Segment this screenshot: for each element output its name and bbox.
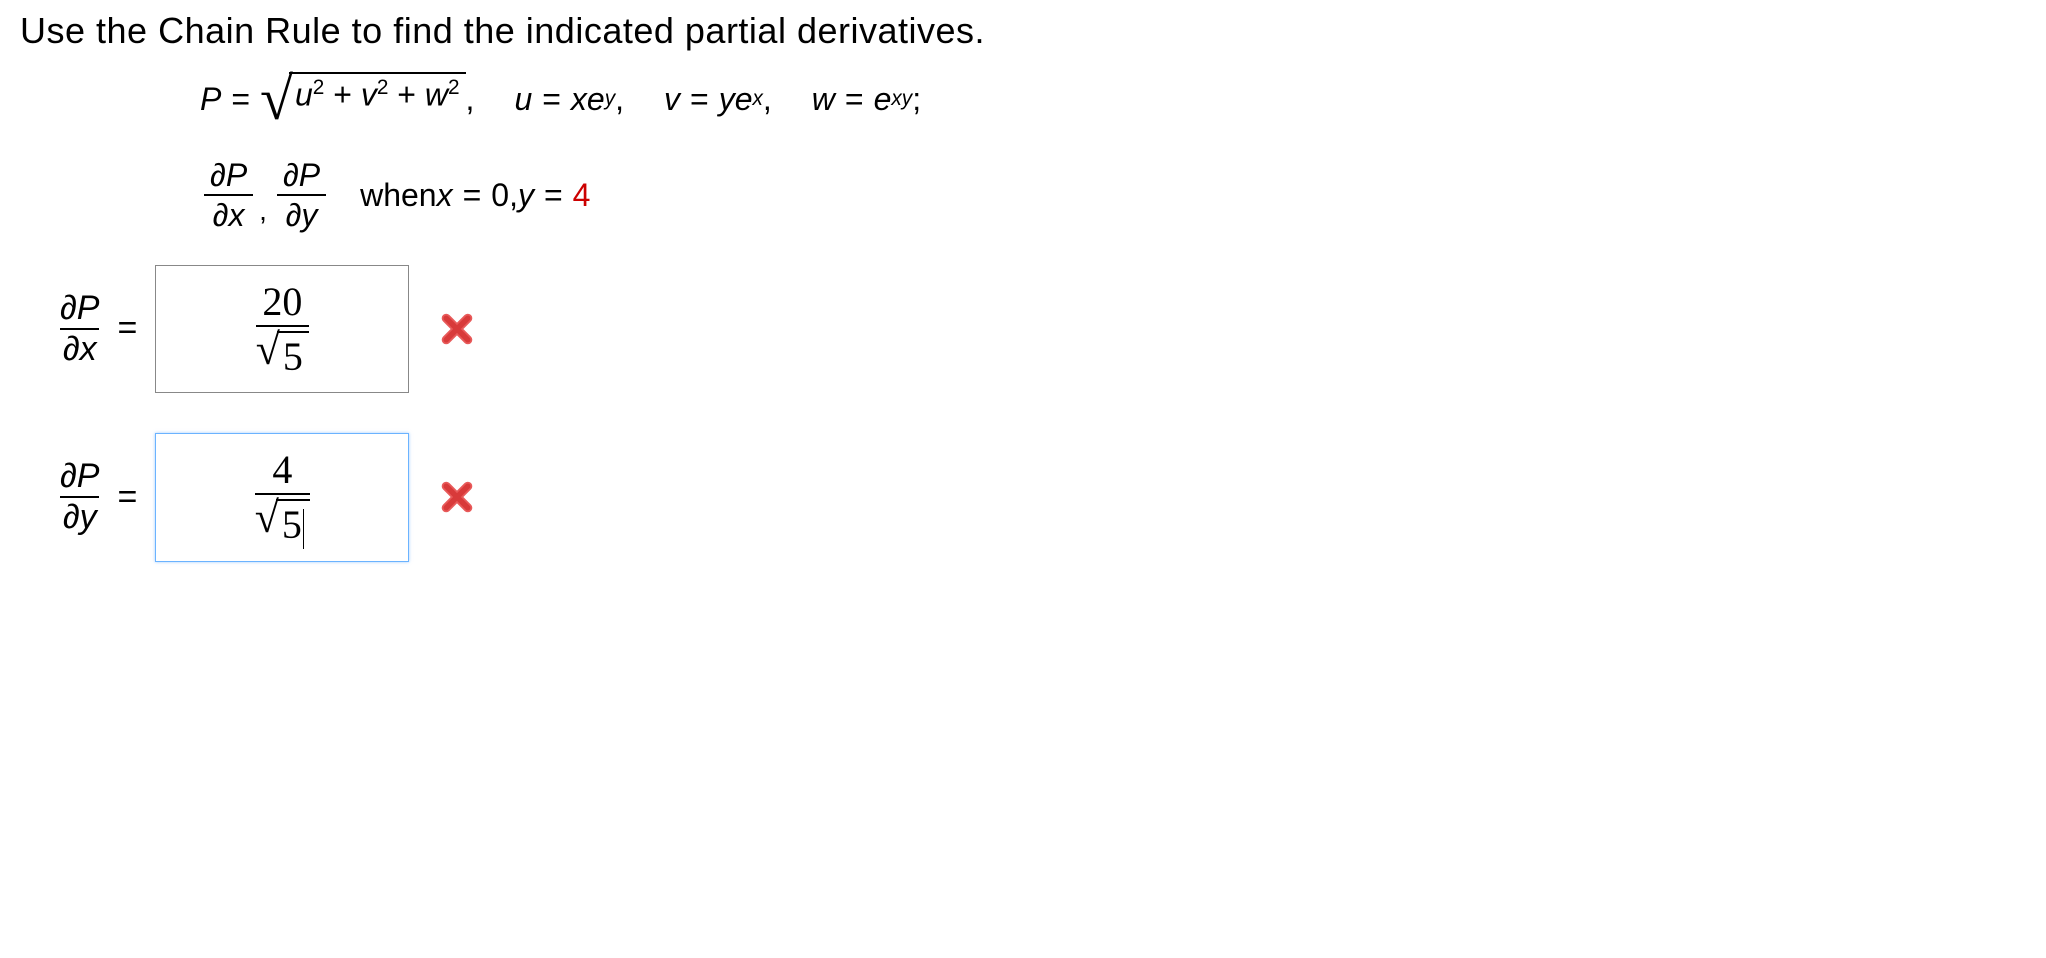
answer-sqrt: √ 5 <box>255 499 310 549</box>
plus-sign: + <box>388 77 424 113</box>
exp-2: 2 <box>377 76 389 99</box>
instruction-text: Use the Chain Rule to find the indicated… <box>20 10 2026 52</box>
equals-sign: = <box>544 177 563 214</box>
comma: , <box>763 81 772 118</box>
var-u-lhs: u <box>514 81 532 118</box>
lhs-num: ∂P <box>60 457 99 496</box>
answer-den-radicand: 5 <box>277 331 309 380</box>
dy-den: ∂y <box>280 196 324 234</box>
dx-den: ∂x <box>207 196 251 234</box>
answer-fraction: 20 √ 5 <box>256 278 309 380</box>
lhs-den: ∂y <box>63 498 97 537</box>
comma: , <box>466 81 475 118</box>
w-rhs-base: e <box>874 81 892 118</box>
answer-row-dpdx: ∂P ∂x = 20 √ 5 <box>60 265 2026 393</box>
comma-sep: , <box>509 177 518 214</box>
equals-sign: = <box>463 177 482 214</box>
y-value: 4 <box>573 177 591 214</box>
exp-2: 2 <box>313 76 325 99</box>
answer-input-dpdy[interactable]: 4 √ 5 <box>155 433 409 562</box>
y-label: y <box>518 177 534 214</box>
answer-fraction: 4 √ 5 <box>255 446 310 549</box>
u-rhs-exp: y <box>605 87 615 111</box>
equals-sign: = <box>117 478 137 517</box>
w-rhs-exp: xy <box>891 87 912 111</box>
incorrect-icon <box>439 311 475 347</box>
var-v: v <box>361 77 377 113</box>
frac-dpdy: ∂P ∂y <box>277 156 326 235</box>
var-w: w <box>425 77 448 113</box>
x-value: 0 <box>491 177 509 214</box>
answer-row-dpdy: ∂P ∂y = 4 √ 5 <box>60 433 2026 562</box>
frac-dpdx: ∂P ∂x <box>204 156 253 235</box>
u-rhs-base: xe <box>571 81 605 118</box>
dP-num: ∂P <box>204 156 253 194</box>
problem-block: P = √ u2 + v2 + w2 , u = xey , v = yex ,… <box>200 72 2026 235</box>
answer-num: 4 <box>272 446 292 493</box>
answer-input-dpdx[interactable]: 20 √ 5 <box>155 265 409 393</box>
sought-line: ∂P ∂x , ∂P ∂y when x = 0 , y = 4 <box>200 156 2026 235</box>
comma: , <box>259 195 267 227</box>
var-w-lhs: w <box>812 81 835 118</box>
answers-area: ∂P ∂x = 20 √ 5 <box>60 265 2026 562</box>
equals-sign: = <box>690 81 709 118</box>
lhs-num: ∂P <box>60 289 99 328</box>
sqrt-expression: √ u2 + v2 + w2 <box>260 72 466 126</box>
v-rhs-exp: x <box>753 87 763 111</box>
x-label: x <box>437 177 453 214</box>
semicolon: ; <box>912 81 921 118</box>
equals-sign: = <box>542 81 561 118</box>
var-u: u <box>295 77 313 113</box>
definition-line: P = √ u2 + v2 + w2 , u = xey , v = yex ,… <box>200 72 2026 126</box>
plus-sign: + <box>324 77 360 113</box>
answer-den-radicand: 5 <box>276 499 310 549</box>
exp-2: 2 <box>448 76 460 99</box>
lhs-dpdx: ∂P ∂x <box>60 289 99 369</box>
equals-sign: = <box>117 309 137 348</box>
var-v-lhs: v <box>664 81 680 118</box>
when-text: when <box>360 177 437 214</box>
equals-sign: = <box>231 81 250 118</box>
lhs-dpdy: ∂P ∂y <box>60 457 99 537</box>
answer-den-value: 5 <box>282 502 302 547</box>
text-cursor <box>303 509 304 549</box>
comma: , <box>615 81 624 118</box>
radicand: u2 + v2 + w2 <box>289 72 466 114</box>
equals-sign: = <box>845 81 864 118</box>
var-P: P <box>200 81 221 118</box>
v-rhs-base: ye <box>719 81 753 118</box>
dP-num: ∂P <box>277 156 326 194</box>
answer-num: 20 <box>262 278 302 325</box>
answer-sqrt: √ 5 <box>256 331 309 380</box>
lhs-den: ∂x <box>63 330 97 369</box>
incorrect-icon <box>439 479 475 515</box>
